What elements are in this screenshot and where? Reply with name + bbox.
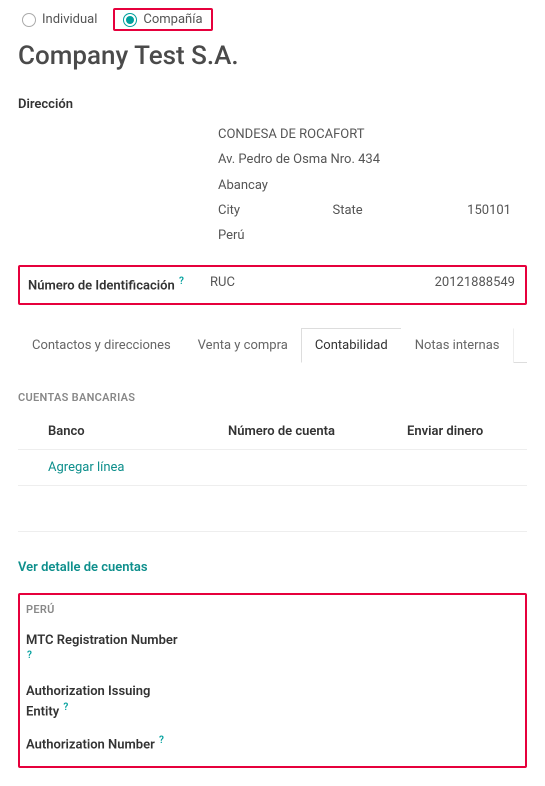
radio-company-label: Compañía xyxy=(143,12,202,27)
radio-circle-icon xyxy=(22,13,36,27)
identification-box: Número de Identificación ? RUC 201218885… xyxy=(18,265,527,305)
bank-table-spacer xyxy=(18,486,527,532)
radio-circle-checked-icon xyxy=(123,13,137,27)
address-label: Dirección xyxy=(18,97,527,112)
highlight-company-radio: Compañía xyxy=(113,8,212,31)
field-mtc-label: MTC Registration Number xyxy=(26,633,178,648)
col-bank: Banco xyxy=(48,424,228,439)
help-icon[interactable]: ? xyxy=(27,650,32,661)
page-title[interactable]: Company Test S.A. xyxy=(18,41,527,71)
col-send-money: Enviar dinero xyxy=(407,424,527,439)
radio-individual[interactable]: Individual xyxy=(18,10,101,29)
add-line-link[interactable]: Agregar línea xyxy=(18,450,527,485)
address-state: State xyxy=(333,198,448,223)
tab-notes[interactable]: Notas internas xyxy=(401,328,514,363)
field-auth-entity[interactable]: Authorization Issuing Entity ? xyxy=(26,683,186,720)
field-auth-number[interactable]: Authorization Number ? xyxy=(26,734,186,754)
radio-company[interactable]: Compañía xyxy=(119,10,206,29)
tab-accounting[interactable]: Contabilidad xyxy=(301,328,402,363)
radio-individual-label: Individual xyxy=(42,12,97,27)
address-section: Dirección CONDESA DE ROCAFORT Av. Pedro … xyxy=(18,97,527,249)
field-auth-entity-label: Authorization Issuing Entity xyxy=(26,684,150,719)
tab-contacts[interactable]: Contactos y direcciones xyxy=(18,328,185,363)
field-mtc-registration[interactable]: MTC Registration Number ? xyxy=(26,632,186,669)
help-icon[interactable]: ? xyxy=(159,735,164,746)
address-city: City xyxy=(218,198,333,223)
peru-section: PERÚ MTC Registration Number ? Authoriza… xyxy=(18,593,527,769)
contact-type-radio-group: Individual Compañía xyxy=(18,8,527,31)
address-city-state-zip: City State 150101 xyxy=(218,198,527,223)
address-zip: 150101 xyxy=(447,198,527,223)
col-account-number: Número de cuenta xyxy=(228,424,407,439)
bank-accounts-heading: CUENTAS BANCARIAS xyxy=(18,391,527,404)
tab-sales[interactable]: Venta y compra xyxy=(184,328,302,363)
identification-number[interactable]: 20121888549 xyxy=(435,275,515,290)
address-street: Av. Pedro de Osma Nro. 434 xyxy=(218,147,527,172)
identification-type[interactable]: RUC xyxy=(210,275,435,290)
bank-table-body: Agregar línea xyxy=(18,449,527,486)
tabs: Contactos y direcciones Venta y compra C… xyxy=(18,327,527,363)
peru-heading: PERÚ xyxy=(26,603,515,616)
help-icon[interactable]: ? xyxy=(179,276,184,287)
field-auth-number-label: Authorization Number xyxy=(26,738,155,753)
bank-accounts-table: Banco Número de cuenta Enviar dinero Agr… xyxy=(18,418,527,532)
help-icon[interactable]: ? xyxy=(63,702,68,713)
identification-label-text: Número de Identificación xyxy=(28,278,175,293)
view-accounts-link[interactable]: Ver detalle de cuentas xyxy=(18,560,148,575)
address-block[interactable]: CONDESA DE ROCAFORT Av. Pedro de Osma Nr… xyxy=(18,122,527,249)
bank-table-header: Banco Número de cuenta Enviar dinero xyxy=(18,418,527,449)
address-country: Perú xyxy=(218,223,527,248)
address-name: CONDESA DE ROCAFORT xyxy=(218,122,527,147)
address-district: Abancay xyxy=(218,173,527,198)
identification-label: Número de Identificación ? xyxy=(28,275,210,295)
